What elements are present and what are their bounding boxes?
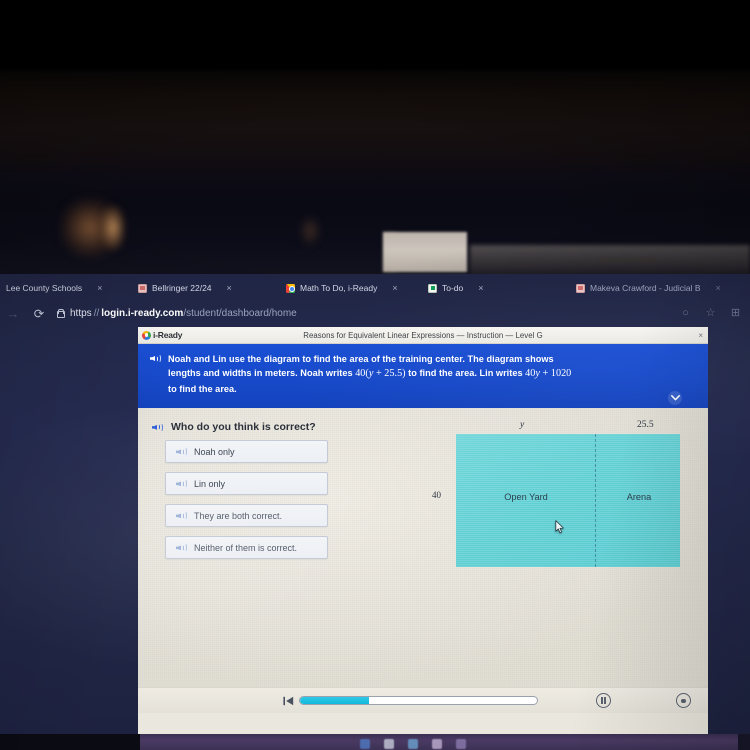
expression-noah: 40(y + 25.5) bbox=[355, 368, 405, 379]
diagram-top-right-dimension: 25.5 bbox=[637, 420, 654, 431]
diagram-top-left-dimension: y bbox=[520, 420, 525, 431]
dark-room-background bbox=[0, 0, 750, 282]
settings-icon[interactable] bbox=[676, 693, 691, 709]
photo-vignette bbox=[0, 0, 750, 282]
answer-choice-lin-only[interactable]: Lin only bbox=[165, 472, 328, 496]
url-text: https//login.i-ready.com/student/dashboa… bbox=[70, 308, 297, 319]
tab-title: Bellringer 22/24 bbox=[152, 283, 212, 293]
tab-title: Lee County Schools bbox=[6, 283, 83, 293]
browser-toolbar-icons: ○ ☆ ⊞ bbox=[679, 300, 742, 326]
address-bar[interactable]: https//login.i-ready.com/student/dashboa… bbox=[56, 308, 297, 319]
tab-close-icon[interactable]: × bbox=[716, 283, 720, 293]
tab-title: To-do bbox=[442, 283, 464, 293]
forward-arrow-icon[interactable]: → bbox=[0, 306, 26, 321]
mouse-cursor-icon bbox=[555, 520, 564, 534]
diagram-divider-line bbox=[595, 434, 596, 568]
lesson-title: Reasons for Equivalent Linear Expression… bbox=[303, 330, 543, 340]
expression-lin-coefficient: 40 bbox=[525, 368, 536, 380]
answer-choice-label: Neither of them is correct. bbox=[194, 542, 298, 553]
pdf-favicon-icon bbox=[138, 283, 147, 293]
instruction-line-1: Noah and Lin use the diagram to find the… bbox=[168, 354, 554, 364]
speaker-icon[interactable] bbox=[150, 354, 161, 363]
close-icon[interactable]: × bbox=[698, 331, 703, 340]
instruction-banner-content: Noah and Lin use the diagram to find the… bbox=[150, 352, 674, 396]
pause-icon[interactable] bbox=[596, 693, 611, 709]
expression-lin-rest: + 1020 bbox=[539, 368, 572, 380]
taskbar-icons bbox=[360, 739, 466, 749]
speaker-icon[interactable] bbox=[152, 422, 163, 432]
speaker-icon[interactable] bbox=[176, 511, 187, 521]
instruction-text: Noah and Lin use the diagram to find the… bbox=[168, 352, 571, 396]
tab-close-icon[interactable]: × bbox=[227, 283, 232, 293]
answer-choice-both-correct[interactable]: They are both correct. bbox=[165, 504, 328, 528]
expression-noah-open: 40( bbox=[355, 368, 369, 380]
taskbar-shadow-left bbox=[0, 734, 140, 750]
extensions-icon[interactable]: ○ bbox=[679, 307, 692, 320]
lesson-player-bar bbox=[138, 687, 708, 714]
expression-noah-rest: + 25.5) bbox=[373, 368, 406, 380]
photo-of-laptop-screen: Lee County Schools × Bellringer 22/24 × … bbox=[0, 0, 750, 750]
tab-title: Math To Do, i-Ready bbox=[300, 283, 378, 293]
tab-title: Makeva Crawford - Judicial B bbox=[590, 283, 701, 293]
docs-favicon-icon bbox=[428, 283, 437, 293]
instruction-line-2a: lengths and widths in meters. Noah write… bbox=[168, 368, 356, 379]
collections-icon[interactable]: ⊞ bbox=[729, 307, 742, 320]
browser-tab-strip: Lee County Schools × Bellringer 22/24 × … bbox=[0, 276, 750, 300]
training-center-diagram: y 25.5 40 Open Yard Arena bbox=[432, 420, 692, 575]
tab-close-icon[interactable]: × bbox=[392, 283, 397, 293]
browser-tab-makeva-crawford[interactable]: Makeva Crawford - Judicial B × bbox=[570, 277, 720, 299]
browser-tab-lee-county-schools[interactable]: Lee County Schools × bbox=[0, 277, 132, 299]
diagram-left-dimension: 40 bbox=[432, 490, 441, 501]
iready-header: i-Ready Reasons for Equivalent Linear Ex… bbox=[138, 327, 708, 344]
laptop-screen: Lee County Schools × Bellringer 22/24 × … bbox=[0, 274, 750, 750]
browser-window: Lee County Schools × Bellringer 22/24 × … bbox=[0, 274, 750, 734]
taskbar-app-icon[interactable] bbox=[408, 739, 418, 749]
chrome-favicon-icon bbox=[286, 283, 295, 293]
answer-choice-noah-only[interactable]: Noah only bbox=[165, 440, 328, 464]
instruction-banner: Noah and Lin use the diagram to find the… bbox=[138, 344, 708, 409]
url-host: login.i-ready.com bbox=[101, 307, 184, 319]
answer-choice-label: They are both correct. bbox=[194, 510, 283, 521]
taskbar-app-icon[interactable] bbox=[384, 739, 394, 749]
instruction-line-3: to find the area. bbox=[168, 384, 237, 395]
taskbar-app-icon[interactable] bbox=[456, 739, 466, 749]
question-text: Who do you think is correct? bbox=[171, 421, 316, 434]
lesson-body: Who do you think is correct? Noah only L… bbox=[138, 408, 708, 714]
url-separator: // bbox=[93, 307, 100, 319]
browser-tab-bellringer[interactable]: Bellringer 22/24 × bbox=[132, 277, 280, 299]
pdf-favicon-icon bbox=[576, 283, 585, 293]
lock-icon bbox=[56, 308, 65, 318]
taskbar-app-icon[interactable] bbox=[432, 739, 442, 749]
answer-choice-neither-correct[interactable]: Neither of them is correct. bbox=[165, 536, 328, 560]
answer-choice-label: Noah only bbox=[194, 446, 235, 457]
speaker-icon[interactable] bbox=[176, 543, 187, 553]
diagram-zone-open-yard: Open Yard bbox=[504, 492, 548, 503]
browser-tab-math-to-do-iready[interactable]: Math To Do, i-Ready × bbox=[280, 277, 422, 299]
skip-to-start-icon[interactable] bbox=[281, 696, 295, 706]
browser-nav-row: → ⟳ https//login.i-ready.com/student/das… bbox=[0, 300, 750, 326]
chevron-down-icon[interactable] bbox=[668, 391, 682, 406]
answer-choices: Noah only Lin only They are both correct… bbox=[165, 440, 328, 560]
reload-icon[interactable]: ⟳ bbox=[26, 306, 52, 321]
speaker-icon[interactable] bbox=[176, 447, 187, 457]
browser-tab-to-do[interactable]: To-do × bbox=[422, 277, 570, 299]
lesson-progress-bar[interactable] bbox=[299, 696, 538, 706]
lesson-progress-fill bbox=[300, 697, 369, 705]
taskbar-app-icon[interactable] bbox=[360, 739, 370, 749]
tab-close-icon[interactable]: × bbox=[478, 283, 483, 293]
instruction-line-2b: to find the area. Lin writes bbox=[405, 368, 526, 379]
expression-lin: 40y + 1020 bbox=[525, 368, 571, 379]
taskbar-shadow-right bbox=[738, 734, 750, 750]
favorites-star-icon[interactable]: ☆ bbox=[704, 307, 717, 320]
diagram-zone-arena: Arena bbox=[626, 492, 652, 503]
answer-choice-label: Lin only bbox=[194, 478, 226, 489]
url-scheme: https bbox=[70, 307, 92, 319]
speaker-icon[interactable] bbox=[176, 479, 187, 489]
tab-close-icon[interactable]: × bbox=[97, 283, 102, 293]
url-path: /student/dashboard/home bbox=[183, 307, 297, 319]
iready-application: i-Ready Reasons for Equivalent Linear Ex… bbox=[138, 327, 708, 734]
